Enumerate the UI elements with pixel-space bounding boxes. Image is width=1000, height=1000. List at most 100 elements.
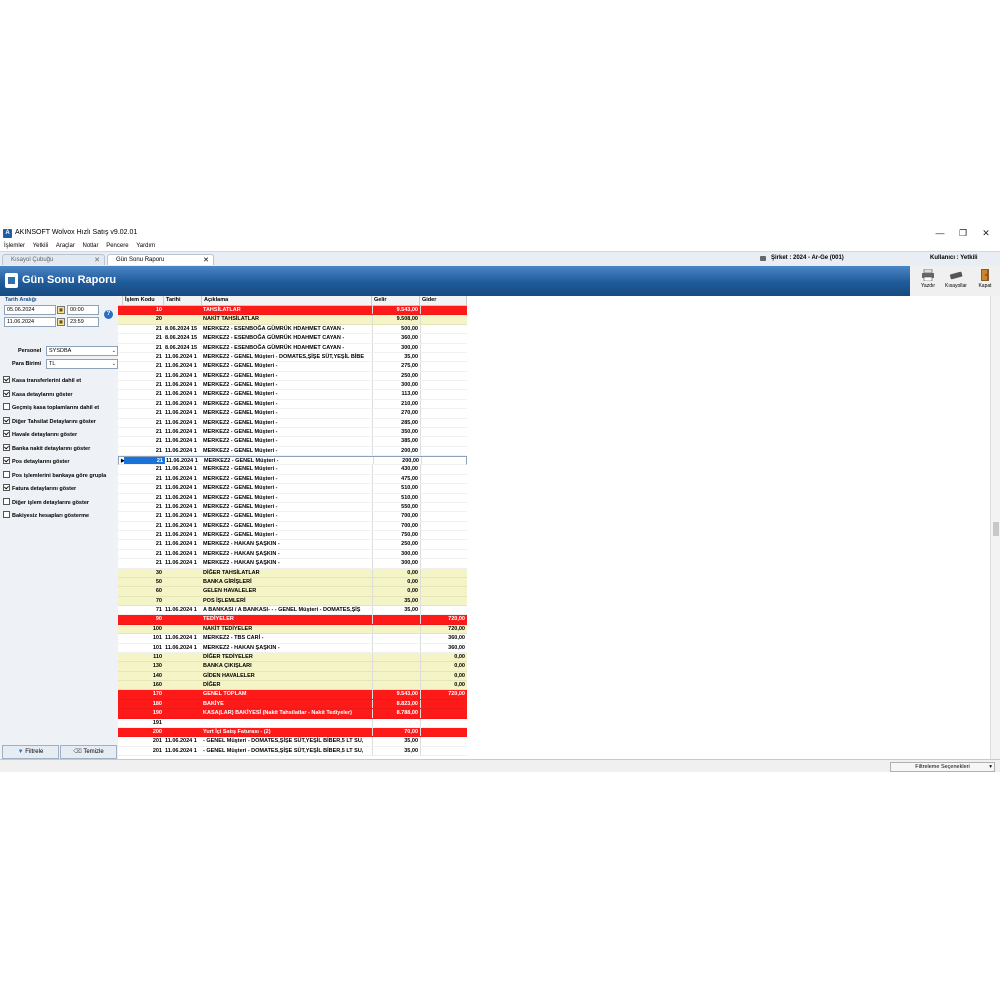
table-row[interactable]: 201 11.06.2024 1 - GENEL Müşteri - DOMATES… [118, 746, 467, 756]
checkbox-box[interactable] [3, 511, 10, 518]
personel-select[interactable]: SYSDBA ⌄ [46, 346, 118, 356]
table-row[interactable]: 21 11.06.2024 1 MERKEZ2 - GENEL Müşteri - 3… [118, 427, 467, 438]
checkbox-box[interactable] [3, 416, 10, 424]
date-from-calendar-icon[interactable]: ▦ [57, 306, 65, 314]
col-islem-kodu[interactable]: İşlem Kodu [123, 296, 164, 305]
menu-araclar[interactable]: Araçlar [56, 241, 75, 251]
table-row[interactable]: 21 11.06.2024 1 MERKEZ2 - GENEL Müşteri - 7… [118, 512, 467, 522]
col-aciklama[interactable]: Açıklama [202, 296, 372, 305]
table-row[interactable]: 21 11.06.2024 1 MERKEZ2 - GENEL Müşteri - 1… [118, 390, 467, 400]
menu-yardim[interactable]: Yardım [136, 241, 155, 251]
table-row[interactable]: 21 11.06.2024 1 MERKEZ2 - GENEL Müşteri - 3… [118, 437, 467, 447]
checkbox-box[interactable] [3, 443, 10, 451]
table-row[interactable]: 21 11.06.2024 1 MERKEZ2 - HAKAN ŞAŞKIN - 30… [118, 549, 467, 560]
menu-islemler[interactable]: İşlemler [4, 241, 25, 251]
table-row[interactable]: 20 NAKİT TAHSİLATLAR 9.508,00 [118, 315, 467, 325]
menu-notlar[interactable]: Notlar [83, 241, 99, 251]
checkbox-box[interactable] [3, 497, 10, 505]
table-row[interactable]: 21 11.06.2024 1 MERKEZ2 - GENEL Müşteri - 5… [118, 493, 467, 503]
table-row[interactable]: 10 TAHSİLATLAR 9.543,00 [118, 306, 467, 316]
checkbox-box[interactable] [3, 430, 10, 437]
filter-options-dropdown[interactable]: Filtreleme Seçenekleri ▾ [890, 762, 995, 772]
table-row[interactable]: 21 11.06.2024 1 MERKEZ2 - GENEL Müşteri - 4… [118, 474, 467, 485]
checkbox-option[interactable]: Havale detaylarını göster [3, 430, 77, 438]
table-row[interactable]: 140 GİDEN HAVALELER 0,00 [118, 671, 467, 681]
minimize-button[interactable]: — [929, 227, 951, 240]
close-window-button[interactable]: ✕ [975, 227, 997, 240]
table-row[interactable]: 21 11.06.2024 1 MERKEZ2 - HAKAN ŞAŞKIN - 25… [118, 540, 467, 550]
checkbox-option[interactable]: Bakiyesiz hesapları gösterme [3, 511, 89, 519]
table-row[interactable]: 160 DİĞER 0,00 [118, 681, 467, 691]
table-row[interactable]: 200 Yurt İçi Satış Faturası - (2) 70,00 [118, 727, 467, 738]
vertical-scrollbar[interactable] [990, 296, 1000, 759]
table-row[interactable]: 21 11.06.2024 1 MERKEZ2 - GENEL Müşteri - 7… [118, 521, 467, 531]
col-gider[interactable]: Gider [420, 296, 467, 305]
table-row[interactable]: 21 11.06.2024 1 MERKEZ2 - GENEL Müşteri - 5… [118, 484, 467, 494]
time-to-field[interactable]: 23:59 [67, 317, 99, 327]
table-row[interactable]: 100 NAKİT TEDİYELER 720,00 [118, 624, 467, 635]
print-button[interactable]: Yazdır [915, 268, 941, 294]
checkbox-option[interactable]: Geçmiş kasa toplamlarını dahil et [3, 403, 99, 411]
table-row[interactable]: 21 11.06.2024 1 MERKEZ2 - GENEL Müşteri - 5… [118, 502, 467, 513]
table-row[interactable]: 50 BANKA GİRİŞLERİ 0,00 [118, 577, 467, 588]
checkbox-box[interactable] [3, 389, 10, 397]
table-row[interactable]: 201 11.06.2024 1 - GENEL Müşteri - DOMATES… [118, 737, 467, 747]
maximize-button[interactable]: ❐ [952, 227, 974, 240]
table-row[interactable]: 21 11.06.2024 1 MERKEZ2 - GENEL Müşteri - 3… [118, 381, 467, 391]
checkbox-box[interactable] [3, 457, 10, 464]
close-report-button[interactable]: Kapat [972, 268, 998, 294]
table-row[interactable]: 190 KASA(LAR) BAKİYESİ (Nakit Tahsilatlar… [118, 709, 467, 719]
col-gelir[interactable]: Gelir [372, 296, 420, 305]
clear-button[interactable]: ⌫ Temizle [60, 745, 117, 759]
checkbox-option[interactable]: Fatura detaylarını göster [3, 484, 76, 492]
table-row[interactable]: 90 TEDİYELER 720,00 [118, 615, 467, 625]
checkbox-option[interactable]: Diğer işlem detaylarını göster [3, 497, 89, 506]
menu-pencere[interactable]: Pencere [106, 241, 128, 251]
table-row[interactable]: 21 11.06.2024 1 MERKEZ2 - GENEL Müşteri - 7… [118, 531, 467, 541]
date-to-field[interactable]: 11.06.2024 [4, 317, 56, 327]
tab-gun-sonu[interactable]: Gün Sonu Raporu ✕ [107, 254, 214, 265]
help-icon[interactable]: ? [104, 310, 113, 319]
tab-kisayol[interactable]: Kısayol Çubuğu ✕ [2, 254, 105, 265]
table-row[interactable]: 21 11.06.2024 1 MERKEZ2 - GENEL Müşteri - 2… [118, 371, 467, 381]
checkbox-option[interactable]: Pos işlemlerini bankaya göre grupla [3, 470, 106, 479]
time-from-field[interactable]: 00:00 [67, 305, 99, 315]
menu-yetkili[interactable]: Yetkili [33, 241, 48, 251]
checkbox-option[interactable]: Kasa detaylarını göster [3, 389, 73, 398]
table-row[interactable]: 21 8.06.2024 15 MERKEZ2 - ESENBOĞA GÜMRÜK … [118, 343, 467, 353]
table-row[interactable]: 60 GELEN HAVALELER 0,00 [118, 587, 467, 597]
table-row[interactable]: 191 [118, 718, 467, 728]
checkbox-option[interactable]: Diğer Tahsilat Detaylarını göster [3, 416, 96, 425]
table-row[interactable]: 21 11.06.2024 1 MERKEZ2 - GENEL Müşteri - 2… [118, 362, 467, 372]
table-row[interactable]: 21 11.06.2024 1 MERKEZ2 - GENEL Müşteri - 2… [118, 418, 467, 428]
table-row[interactable]: ▶ 21 11.06.2024 1 MERKEZ2 - GENEL Müşteri -… [118, 456, 467, 466]
table-row[interactable]: 170 GENEL TOPLAM 9.543,00 720,00 [118, 690, 467, 700]
scrollbar-thumb[interactable] [993, 522, 999, 536]
table-row[interactable]: 70 POS İŞLEMLERİ 35,00 [118, 596, 467, 606]
filter-button[interactable]: ▼ Filtrele [2, 745, 59, 759]
table-row[interactable]: 101 11.06.2024 1 MERKEZ2 - TBS CARİ - 360,0… [118, 634, 467, 644]
table-row[interactable]: 21 11.06.2024 1 MERKEZ2 - GENEL Müşteri - … [118, 352, 467, 363]
table-row[interactable]: 21 11.06.2024 1 MERKEZ2 - GENEL Müşteri - 2… [118, 446, 467, 456]
table-row[interactable]: 110 DİĞER TEDİYELER 0,00 [118, 652, 467, 663]
checkbox-box[interactable] [3, 484, 10, 491]
date-from-field[interactable]: 05.06.2024 [4, 305, 56, 315]
table-row[interactable]: 101 11.06.2024 1 MERKEZ2 - HAKAN ŞAŞKIN - 3… [118, 643, 467, 653]
col-tarihi[interactable]: Tarihi [164, 296, 202, 305]
checkbox-box[interactable] [3, 376, 10, 383]
table-row[interactable]: 21 11.06.2024 1 MERKEZ2 - GENEL Müşteri - 2… [118, 409, 467, 419]
table-row[interactable]: 21 8.06.2024 15 MERKEZ2 - ESENBOĞA GÜMRÜK … [118, 324, 467, 335]
table-row[interactable]: 21 11.06.2024 1 MERKEZ2 - HAKAN ŞAŞKIN - 30… [118, 559, 467, 569]
tab-gun-sonu-close-icon[interactable]: ✕ [203, 255, 209, 266]
table-row[interactable]: 130 BANKA ÇIKIŞLARI 0,00 [118, 662, 467, 672]
checkbox-option[interactable]: Pos detaylarını göster [3, 457, 69, 465]
tab-kisayol-close-icon[interactable]: ✕ [94, 255, 100, 266]
table-row[interactable]: 21 11.06.2024 1 MERKEZ2 - GENEL Müşteri - 4… [118, 465, 467, 475]
checkbox-box[interactable] [3, 470, 10, 478]
table-row[interactable]: 71 11.06.2024 1 A BANKASI / A BANKASI- - -… [118, 606, 467, 616]
checkbox-option[interactable]: Kasa transferlerini dahil et [3, 376, 81, 384]
shortcuts-button[interactable]: Kısayollar [943, 268, 969, 294]
checkbox-option[interactable]: Banka nakit detaylarını göster [3, 443, 90, 452]
table-row[interactable]: 21 11.06.2024 1 MERKEZ2 - GENEL Müşteri - 2… [118, 399, 467, 410]
currency-select[interactable]: TL ⌄ [46, 359, 118, 369]
